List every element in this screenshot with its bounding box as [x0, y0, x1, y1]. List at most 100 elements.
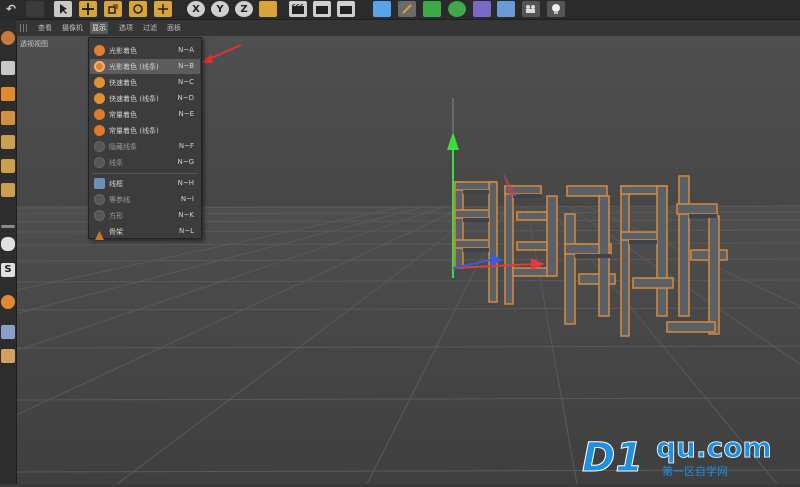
subdivision-icon[interactable]: [423, 1, 441, 17]
watermark: D1 qu.com 第一区自学网: [582, 431, 782, 487]
light-icon[interactable]: [547, 1, 565, 17]
menu-item-shortcut: N~A: [178, 46, 194, 54]
menu-item-isoparms[interactable]: 等参线 N~I: [90, 192, 200, 207]
menu-item-label: 线条: [109, 159, 123, 167]
menu-item-shortcut: N~I: [180, 195, 194, 203]
redo-icon[interactable]: [26, 1, 44, 17]
shaded-icon: [94, 45, 105, 56]
floor-icon[interactable]: [497, 1, 515, 17]
box-icon: [94, 210, 105, 221]
menu-item-label: 方形: [109, 212, 123, 220]
menu-item-constant-shading-lines[interactable]: 常量着色 (线条): [90, 123, 200, 138]
menu-item-constant-shading[interactable]: 常量着色 N~E: [90, 107, 200, 122]
menu-item-label: 隐藏线条: [109, 143, 137, 151]
render-view-icon[interactable]: [289, 1, 307, 17]
pen-tool-icon[interactable]: [398, 1, 416, 17]
menu-display[interactable]: 显示: [90, 22, 108, 34]
texture-mode-icon[interactable]: [1, 87, 15, 101]
axis-y-label: Y: [216, 3, 224, 15]
coordinate-system-icon[interactable]: [259, 1, 277, 17]
constant-shading-lines-icon: [94, 125, 105, 136]
menu-item-shortcut: N~C: [178, 78, 194, 86]
axis-x-label: X: [192, 3, 200, 15]
select-tool-icon[interactable]: [54, 1, 72, 17]
menu-item-label: 常量着色 (线条): [109, 127, 159, 135]
watermark-subtitle: 第一区自学网: [662, 464, 728, 478]
menu-options[interactable]: 选项: [117, 22, 135, 34]
rotate-tool-icon[interactable]: [129, 1, 147, 17]
constant-shading-icon: [94, 109, 105, 120]
menu-item-label: 线框: [109, 180, 123, 188]
axis-z-button[interactable]: Z: [235, 1, 253, 17]
isoparms-icon: [94, 194, 105, 205]
menu-item-shortcut: N~D: [177, 94, 195, 102]
mouse-tweak-icon[interactable]: [1, 237, 15, 251]
menu-item-shortcut: N~E: [178, 110, 194, 118]
menu-item-wireframe[interactable]: 线框 N~H: [90, 176, 200, 191]
model-mode-icon[interactable]: [1, 61, 15, 75]
axis-z-label: Z: [240, 3, 248, 15]
enable-snap-icon[interactable]: [1, 295, 15, 309]
menu-item-shortcut: N~L: [178, 227, 194, 235]
left-toolbar: S: [0, 19, 17, 484]
workplane-icon[interactable]: [1, 111, 15, 125]
watermark-domain: qu.com: [656, 433, 772, 464]
undo-icon[interactable]: ↶: [2, 1, 20, 17]
watermark-brand: D1: [582, 435, 643, 481]
viewport-menubar: 查看 摄像机 显示 选项 过滤 面板: [16, 20, 800, 36]
menu-view[interactable]: 查看: [36, 22, 54, 34]
lines-icon: [94, 157, 105, 168]
menu-item-shortcut: N~B: [178, 62, 194, 70]
menu-item-label: 等参线: [109, 196, 130, 204]
menu-item-label: 快速着色 (线条): [109, 95, 159, 103]
menu-item-shortcut: N~K: [178, 211, 194, 219]
live-select-icon[interactable]: [154, 1, 172, 17]
camera-icon[interactable]: [522, 1, 540, 17]
skeleton-icon: [94, 226, 105, 240]
render-settings-icon[interactable]: [337, 1, 355, 17]
move-tool-icon[interactable]: [79, 1, 97, 17]
menu-filter[interactable]: 过滤: [141, 22, 159, 34]
snap-icon[interactable]: S: [1, 263, 15, 277]
top-toolbar: ↶ X Y Z: [0, 0, 800, 20]
array-icon[interactable]: [448, 1, 466, 17]
menu-separator: [92, 173, 198, 174]
menu-item-label: 骨架: [109, 228, 123, 236]
hidden-line-icon: [94, 141, 105, 152]
grid-icon[interactable]: [1, 349, 15, 363]
menu-cameras[interactable]: 摄像机: [60, 22, 85, 34]
menu-item-lines[interactable]: 线条 N~G: [90, 155, 200, 170]
menu-item-quick-shading[interactable]: 快速着色 N~C: [90, 75, 200, 90]
deformer-icon[interactable]: [473, 1, 491, 17]
menu-item-label: 光影着色 (线条): [109, 63, 159, 71]
cube-icon[interactable]: [373, 1, 391, 17]
display-menu-dropdown: 光影着色 N~A 光影着色 (线条) N~B 快速着色 N~C 快速着色 (线条…: [88, 37, 202, 240]
viewport-label: 透视视图: [20, 40, 48, 48]
axis-x-button[interactable]: X: [187, 1, 205, 17]
watermark-logo: D1 qu.com 第一区自学网: [582, 431, 773, 482]
menu-item-shortcut: N~G: [177, 158, 194, 166]
scale-tool-icon[interactable]: [104, 1, 122, 17]
edges-mode-icon[interactable]: [1, 159, 15, 173]
menu-item-quick-shading-lines[interactable]: 快速着色 (线条) N~D: [90, 91, 200, 106]
lock-workplane-icon[interactable]: [1, 325, 15, 339]
make-editable-icon[interactable]: [1, 31, 15, 45]
menu-item-label: 常量着色: [109, 111, 137, 119]
menu-item-shaded-lines[interactable]: 光影着色 (线条) N~B: [90, 59, 200, 74]
axis-y-button[interactable]: Y: [211, 1, 229, 17]
menu-item-shortcut: N~F: [178, 142, 194, 150]
menu-item-shortcut: N~H: [177, 179, 194, 187]
menu-item-shaded[interactable]: 光影着色 N~A: [90, 43, 200, 58]
render-picture-icon[interactable]: [313, 1, 331, 17]
points-mode-icon[interactable]: [1, 135, 15, 149]
separator-icon: [1, 225, 15, 228]
menu-item-box[interactable]: 方形 N~K: [90, 208, 200, 223]
polygons-mode-icon[interactable]: [1, 183, 15, 197]
menu-item-hidden-line[interactable]: 隐藏线条 N~F: [90, 139, 200, 154]
shaded-lines-icon: [94, 61, 105, 72]
grip-icon: [20, 24, 28, 32]
menu-item-label: 快速着色: [109, 79, 137, 87]
menu-item-skeleton[interactable]: 骨架 N~L: [90, 224, 200, 240]
menu-item-label: 光影着色: [109, 47, 137, 55]
menu-panel[interactable]: 面板: [165, 22, 183, 34]
